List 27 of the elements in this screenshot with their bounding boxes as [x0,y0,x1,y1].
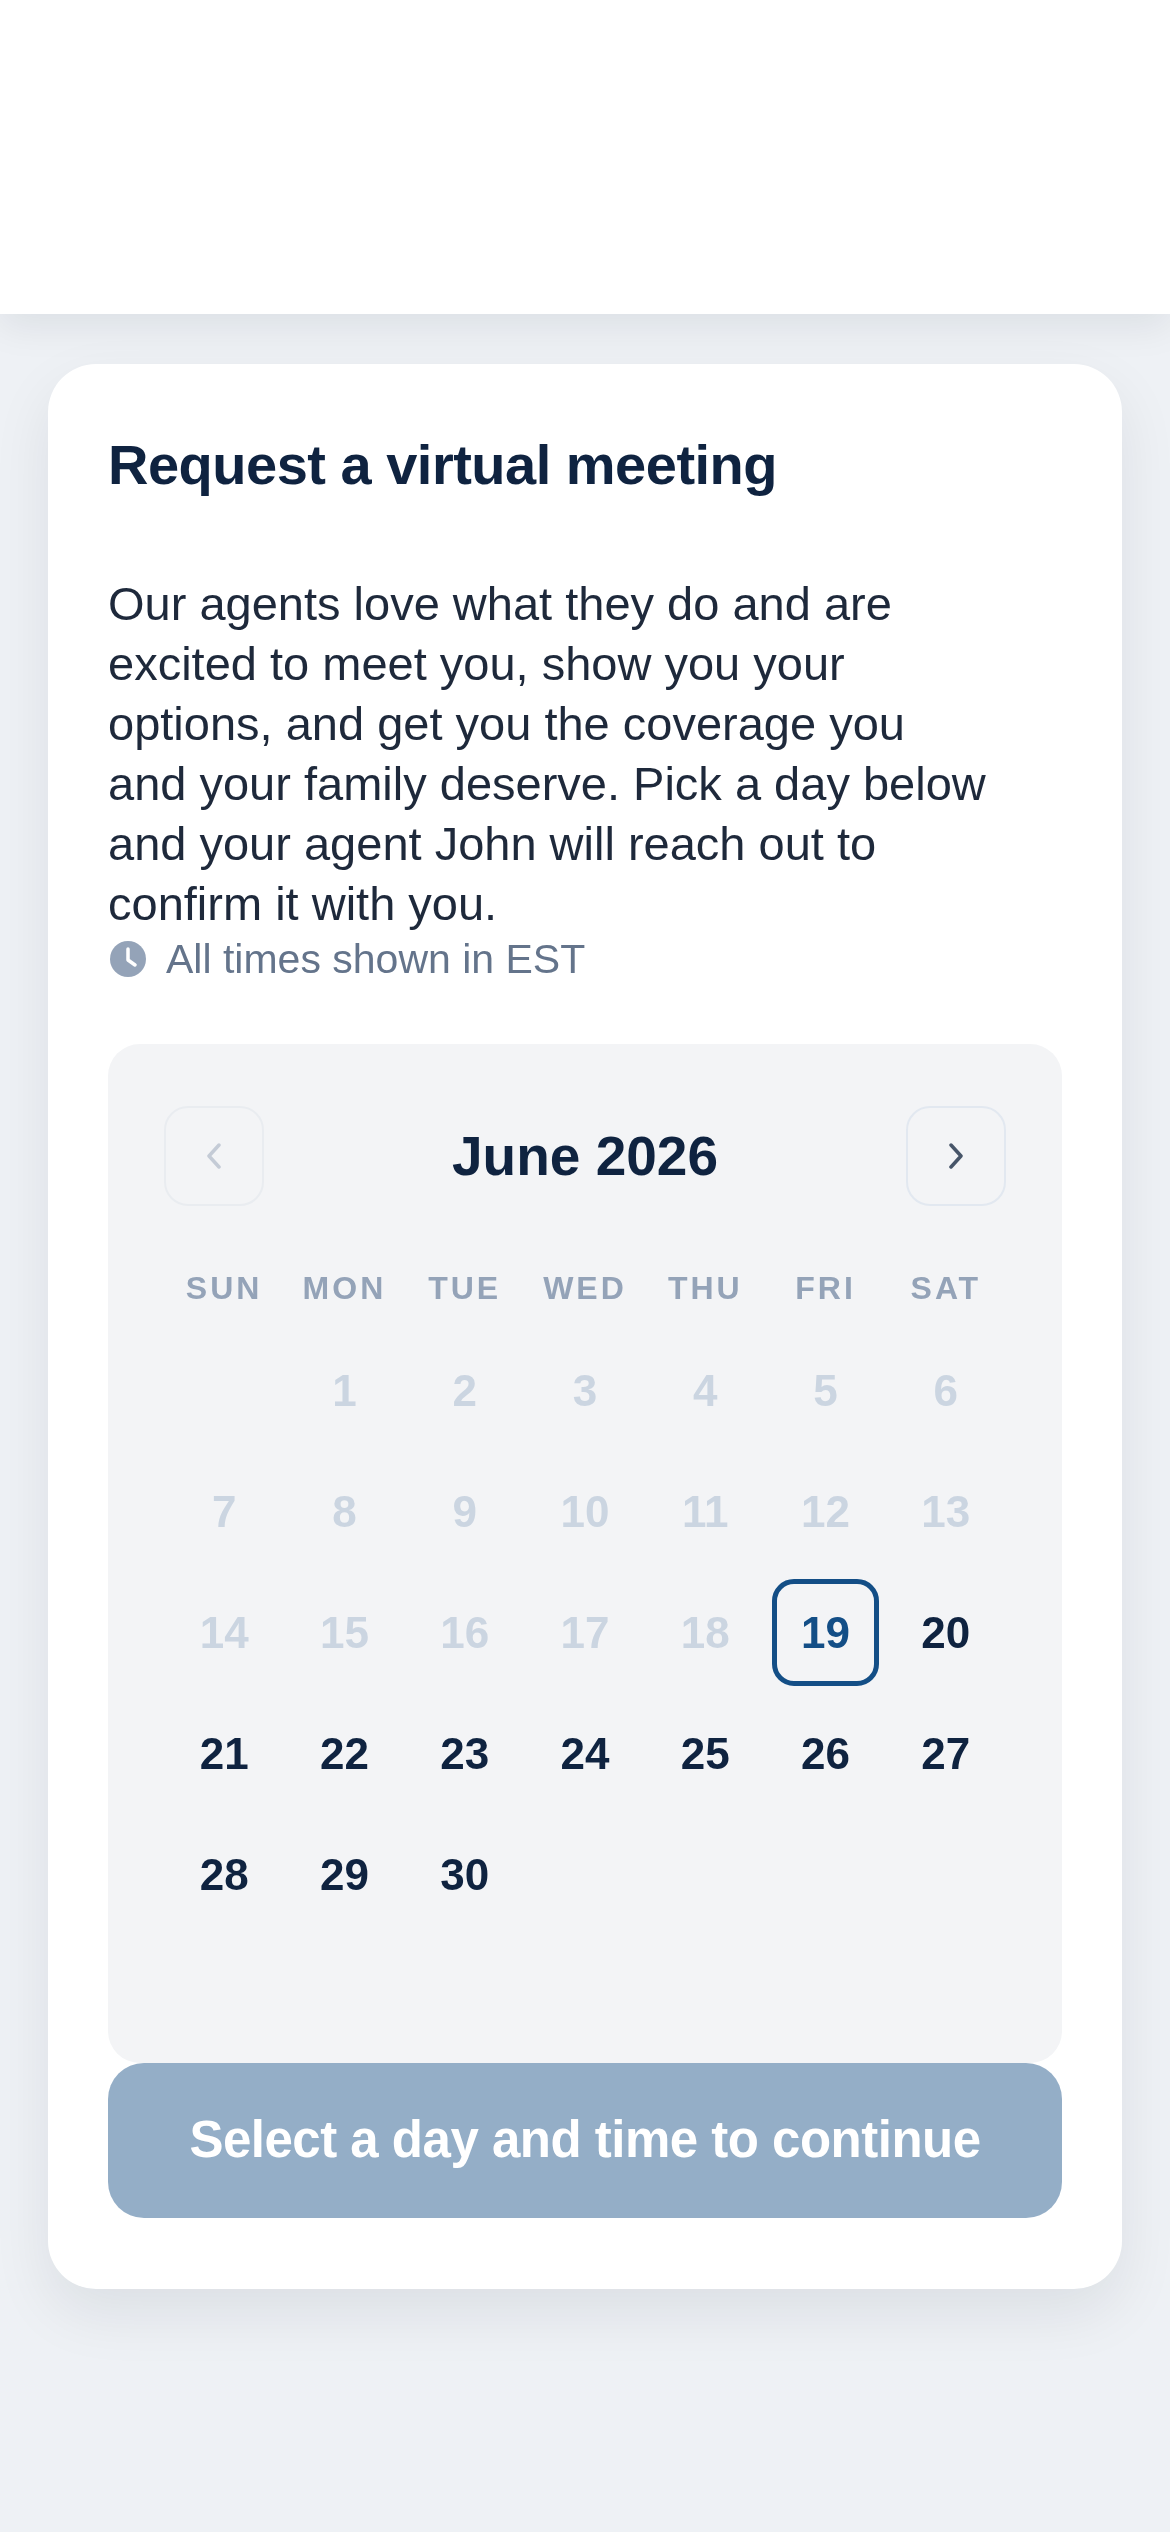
timezone-note: All times shown in EST [166,935,586,984]
calendar-day[interactable]: 26 [772,1700,880,1807]
next-month-button[interactable] [906,1106,1006,1206]
weekday-label: SUN [185,1269,263,1308]
weekday-label: TUE [428,1269,502,1308]
calendar-day[interactable]: 23 [411,1700,519,1807]
calendar-day[interactable]: 24 [531,1700,639,1807]
calendar-day[interactable]: 25 [651,1700,759,1807]
calendar-day[interactable]: 20 [892,1579,1000,1686]
weekday-label: FRI [795,1269,856,1308]
calendar-day[interactable]: 27 [892,1700,1000,1807]
card-title: Request a virtual meeting [108,436,778,494]
weekday-label: SAT [910,1269,982,1308]
calendar-day[interactable]: 21 [170,1700,278,1807]
month-title: June 2026 [452,1125,718,1187]
weekday-label: MON [302,1269,387,1308]
weekday-label: WED [543,1269,627,1308]
clock-icon [110,941,146,977]
chevron-right-icon [948,1143,964,1169]
calendar-day[interactable]: 22 [290,1700,398,1807]
description-text: Our agents love what they do and are excited to meet you, show you your options, and get you the coverage you and your family deserve. Pick a day below and your agent John will reach out to confirm it with you. [108,576,987,932]
calendar-day[interactable]: 30 [411,1821,519,1928]
calendar-day[interactable]: 29 [290,1821,398,1928]
calendar-day[interactable]: 28 [170,1821,278,1928]
calendar-day[interactable]: 19 [772,1579,880,1686]
weekday-label: THU [667,1269,743,1308]
chevron-left-icon [206,1143,222,1169]
